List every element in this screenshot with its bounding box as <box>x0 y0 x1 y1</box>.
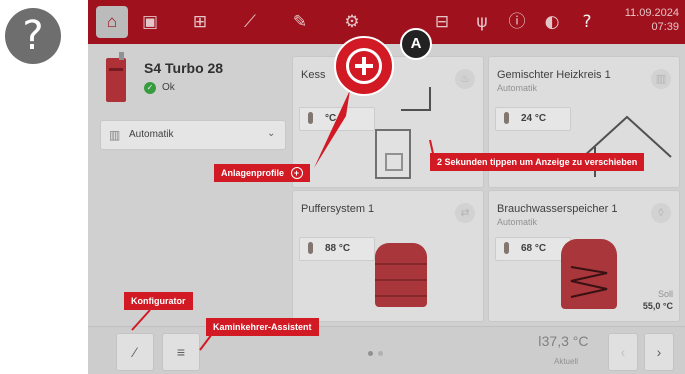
anlagenprofile-callout: Anlagenprofile + <box>214 164 310 182</box>
konfigurator-callout: Konfigurator <box>124 292 193 310</box>
move-hint-callout: 2 Sekunden tippen um Anzeige zu verschie… <box>430 153 645 171</box>
help-question-icon[interactable]: ? <box>5 8 61 64</box>
kaminkehrer-callout: Kaminkehrer-Assistent <box>206 318 319 336</box>
anlagenprofile-callout-text: Anlagenprofile <box>221 168 285 178</box>
device-screen: ⌂ ▣ ⊞ ⟋ ✎ ⚙ ⊟ ψ ⓘ ◐ ? 11.09.2024 07:39 S… <box>88 0 685 374</box>
callout-marker: A <box>400 28 432 60</box>
plus-circle-icon <box>334 36 394 96</box>
plus-small-icon: + <box>290 167 303 179</box>
